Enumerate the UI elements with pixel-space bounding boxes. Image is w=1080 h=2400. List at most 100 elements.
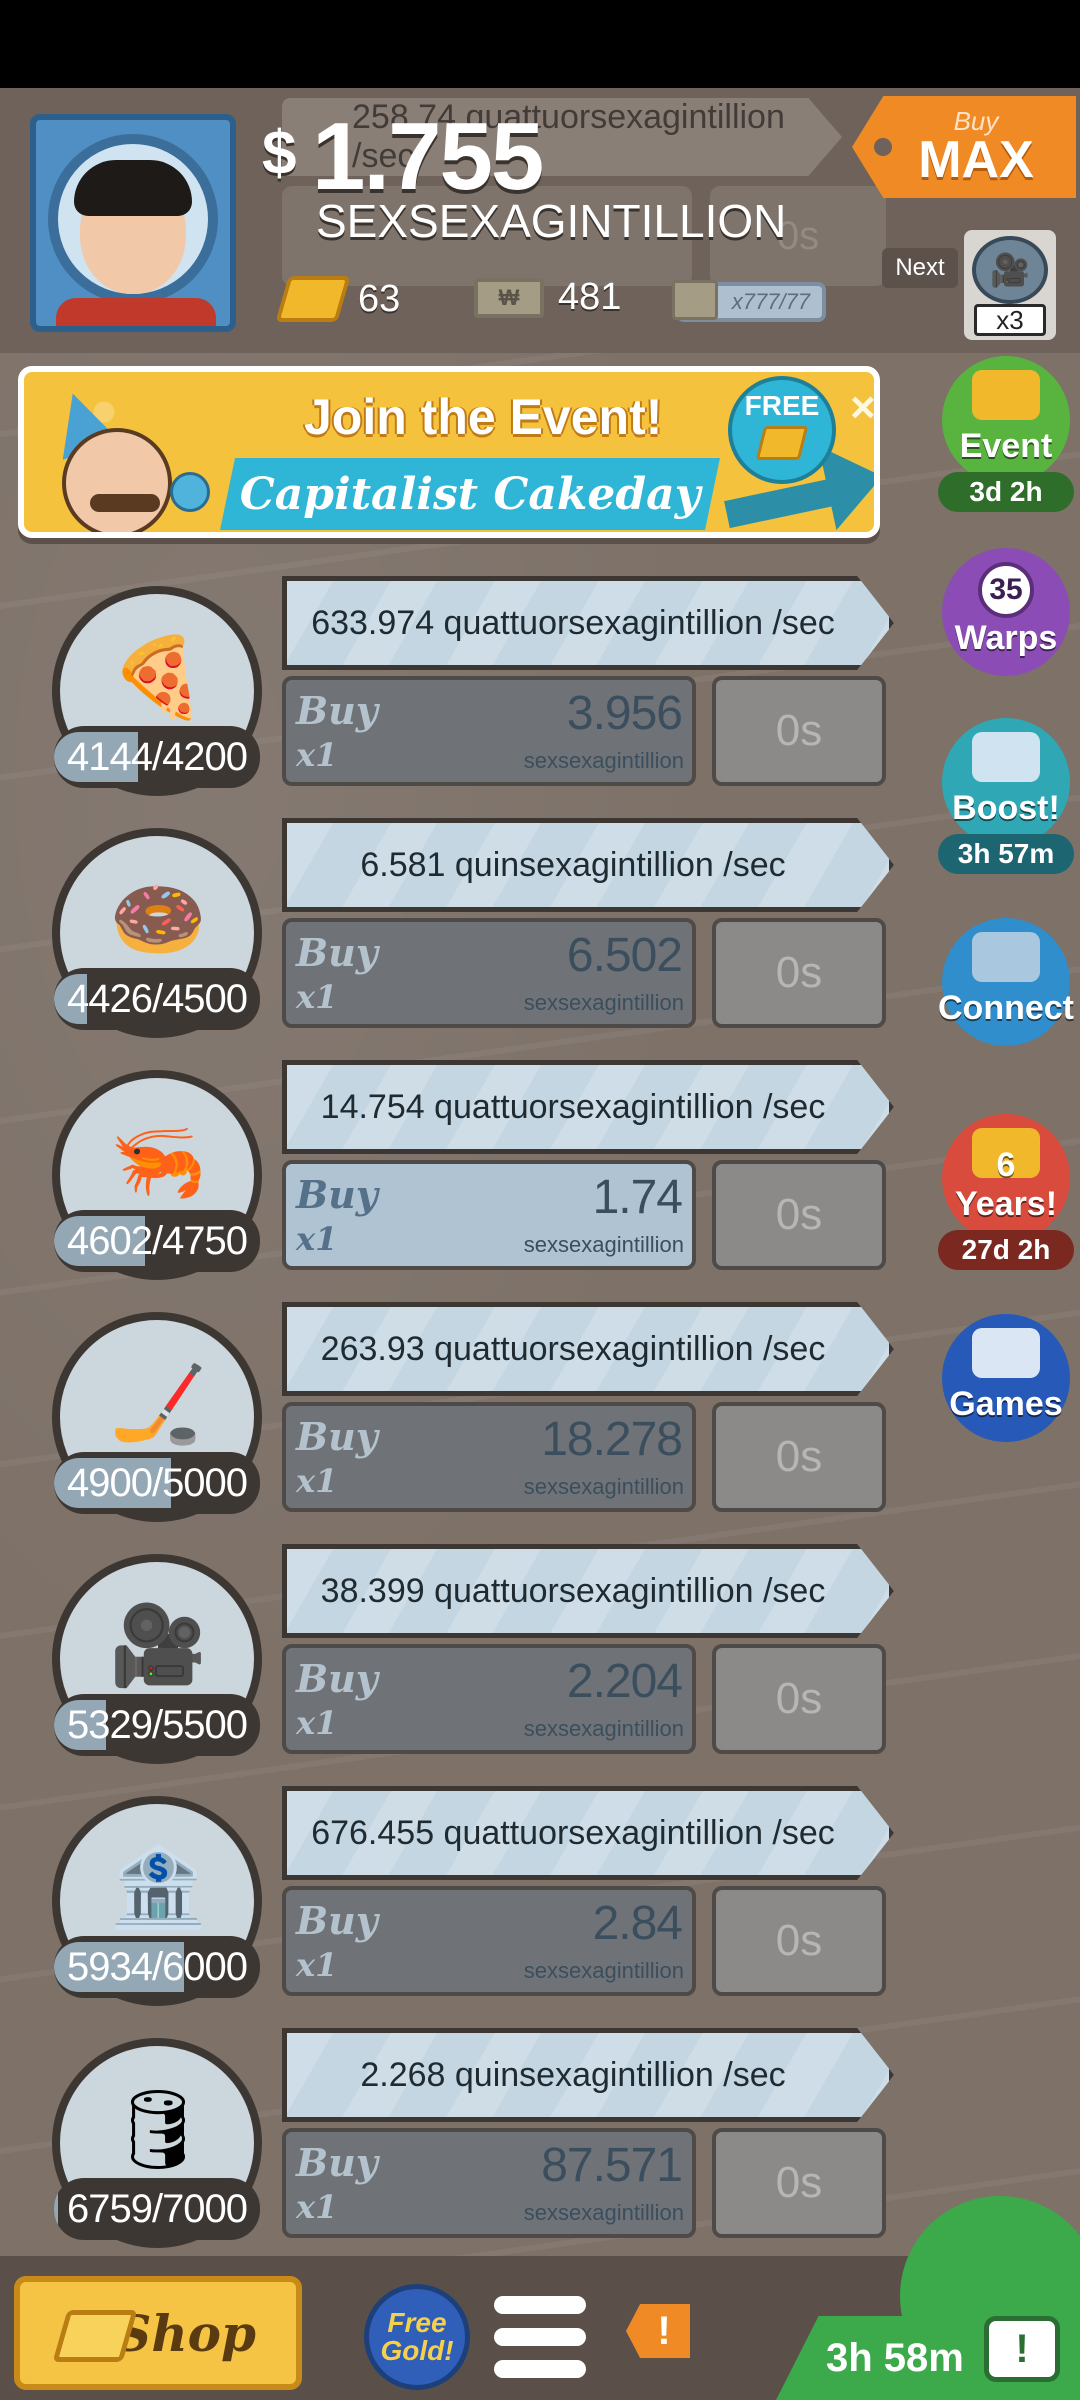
owned-count: 4602 (66, 1218, 153, 1263)
megabill-icon (672, 280, 718, 320)
business-row-oil: 🛢 6759/7000 2.268 quinsexagintillion /sec B… (0, 2028, 900, 2268)
revenue-rate-bar[interactable]: 263.93 quattuorsexagintillion /sec (282, 1302, 894, 1396)
next-unlock-button[interactable]: 🎥 x3 (964, 230, 1056, 340)
side-button-event[interactable]: Event 3d 2h (936, 350, 1076, 512)
cycle-timer: 0s (712, 1644, 886, 1754)
phone-icon (170, 472, 210, 512)
owned-count: 4426 (66, 976, 153, 1021)
owned-target: 4500 (162, 976, 248, 1021)
buy-label: Buy (296, 1656, 378, 1701)
owned-progress: 6759/7000 (54, 2178, 260, 2240)
shop-label: Shop (115, 2303, 256, 2363)
side-button-boost[interactable]: Boost! 3h 57m (936, 712, 1076, 874)
owned-progress-fill (54, 2184, 59, 2234)
buy-multiplier: x1 (296, 1462, 338, 1500)
alert-button[interactable]: ! (626, 2304, 690, 2358)
revenue-rate-bar[interactable]: 14.754 quattuorsexagintillion /sec (282, 1060, 894, 1154)
owned-count: 6759 (66, 2186, 153, 2231)
owned-target: 5000 (162, 1460, 248, 1505)
buy-button[interactable]: Buy x1 3.956 sexsexagintillion (282, 676, 696, 786)
event-title: Join the Event! (304, 389, 663, 445)
connect-medal: Connect (936, 912, 1076, 1052)
next-multiplier: x3 (974, 304, 1046, 336)
gold-counter: 63 (275, 276, 400, 322)
owned-progress: 4426/4500 (54, 968, 260, 1030)
buy-label: Buy (296, 1898, 378, 1943)
event-banner[interactable]: Join the Event! Capitalist Cakeday FREE … (18, 366, 880, 538)
buy-label: Buy (296, 1414, 378, 1459)
owned-target: 6000 (162, 1944, 248, 1989)
megabucks-count: 481 (558, 276, 622, 318)
buy-label: Buy (296, 688, 378, 733)
buy-multiplier: x1 (296, 2188, 338, 2226)
gold-bar-icon (755, 426, 809, 460)
tag-hole-icon (874, 138, 892, 156)
buy-cost-unit: sexsexagintillion (523, 1232, 684, 1257)
megabucks-counter: ₩ 481 (474, 276, 621, 319)
free-gold-badge: FREE (728, 376, 836, 484)
event-subtitle-ribbon: Capitalist Cakeday (220, 458, 720, 530)
owned-separator: / (151, 734, 163, 779)
side-button-games[interactable]: Games (936, 1308, 1076, 1448)
buy-button[interactable]: Buy x1 87.571 sexsexagintillion (282, 2128, 696, 2238)
donut-icon: 🍩 (109, 875, 207, 963)
revenue-rate-bar[interactable]: 2.268 quinsexagintillion /sec (282, 2028, 894, 2122)
menu-line-icon (494, 2328, 586, 2346)
boost-timer: 3h 57m (938, 834, 1074, 874)
buy-cost-unit: sexsexagintillion (523, 990, 684, 1015)
oil-icon: 🛢 (108, 2085, 208, 2173)
side-button-warps[interactable]: 35 Warps (936, 542, 1076, 682)
owned-separator: / (151, 1460, 163, 1505)
revenue-rate-bar[interactable]: 6.581 quinsexagintillion /sec (282, 818, 894, 912)
buy-button[interactable]: Buy x1 1.74 sexsexagintillion (282, 1160, 696, 1270)
revenue-rate: 2.268 quinsexagintillion /sec (360, 2055, 786, 2094)
side-button-label: Warps (954, 619, 1058, 657)
shop-button[interactable]: Shop (14, 2276, 302, 2390)
tv-icon[interactable]: ! (984, 2316, 1060, 2382)
hockey-icon: 🏒 (109, 1359, 207, 1447)
event-medal: Event (936, 350, 1076, 490)
shrimp-icon: 🦐 (109, 1117, 207, 1205)
bank-icon: 🏦 (109, 1843, 207, 1931)
free-gold-button[interactable]: Free Gold! (364, 2284, 470, 2390)
buy-button[interactable]: Buy x1 6.502 sexsexagintillion (282, 918, 696, 1028)
buy-button[interactable]: Buy x1 2.84 sexsexagintillion (282, 1886, 696, 1996)
revenue-rate-bar[interactable]: 676.455 quattuorsexagintillion /sec (282, 1786, 894, 1880)
boost-medal: Boost! (936, 712, 1076, 852)
buy-label: Buy (296, 1172, 378, 1217)
player-avatar[interactable] (30, 114, 236, 332)
buy-max-big: MAX (918, 131, 1034, 189)
cards-icon (972, 932, 1040, 982)
games-medal: Games (936, 1308, 1076, 1448)
side-button-label: 6 Years! (954, 1146, 1058, 1223)
revenue-rate: 676.455 quattuorsexagintillion /sec (311, 1813, 835, 1852)
side-button-six-years[interactable]: 6 Years! 27d 2h (936, 1108, 1076, 1270)
side-button-label: Connect (938, 989, 1074, 1027)
cake-icon (972, 370, 1040, 420)
revenue-rate: 38.399 quattuorsexagintillion /sec (320, 1571, 826, 1610)
buy-cost: 2.84 (592, 1897, 683, 1950)
buy-button[interactable]: Buy x1 18.278 sexsexagintillion (282, 1402, 696, 1512)
buy-button[interactable]: Buy x1 2.204 sexsexagintillion (282, 1644, 696, 1754)
buy-max-button[interactable]: Buy MAX (852, 96, 1076, 198)
side-button-connect[interactable]: Connect (936, 912, 1076, 1052)
business-row-pizza: 🍕 4144/4200 633.974 quattuorsexagintillion… (0, 576, 900, 816)
owned-count: 4144 (66, 734, 153, 779)
pizza-icon: 🍕 (109, 633, 207, 721)
business-row-movie: 🎥 5329/5500 38.399 quattuorsexagintillion … (0, 1544, 900, 1784)
header: 258.74 quattuorsexagintillion /sec 0s $ … (0, 88, 1080, 353)
owned-target: 4750 (162, 1218, 248, 1263)
owned-count: 4900 (66, 1460, 153, 1505)
movie-icon: 🎥 (109, 1601, 207, 1689)
close-icon[interactable]: × (850, 386, 874, 430)
six-years-medal: 6 Years! (936, 1108, 1076, 1248)
business-row-hockey: 🏒 4900/5000 263.93 quattuorsexagintillion … (0, 1302, 900, 1542)
warps-medal: 35 Warps (936, 542, 1076, 682)
revenue-rate-bar[interactable]: 633.974 quattuorsexagintillion /sec (282, 576, 894, 670)
menu-line-icon (494, 2296, 586, 2314)
games-icon (972, 1328, 1040, 1378)
menu-button[interactable] (494, 2296, 586, 2378)
owned-progress: 4144/4200 (54, 726, 260, 788)
business-row-donut: 🍩 4426/4500 6.581 quinsexagintillion /sec B… (0, 818, 900, 1058)
revenue-rate-bar[interactable]: 38.399 quattuorsexagintillion /sec (282, 1544, 894, 1638)
